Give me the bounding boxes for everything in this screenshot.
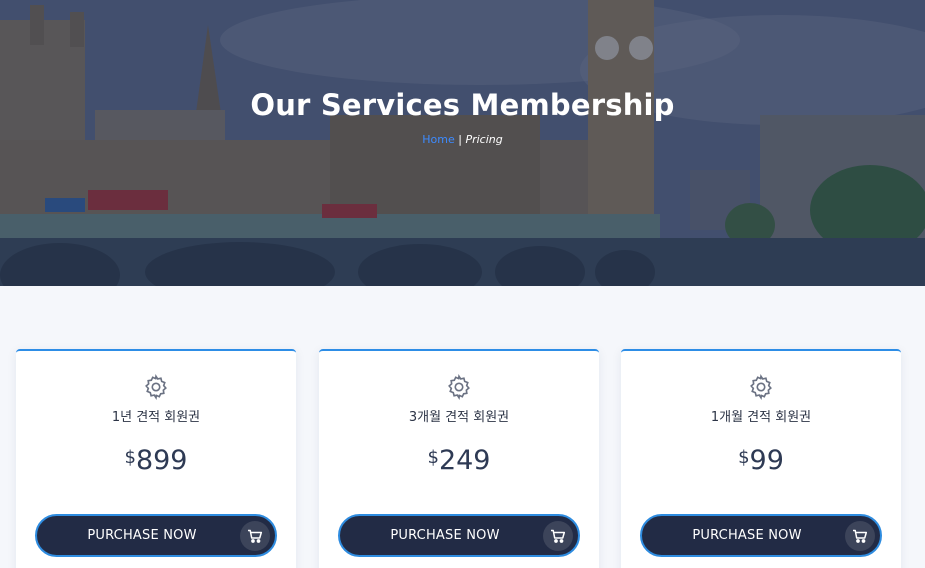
plan-price: $899 [16,445,296,476]
purchase-now-button[interactable]: PURCHASE NOW [640,514,882,557]
plan-name: 1년 견적 회원권 [111,410,201,425]
gear-icon [750,374,772,400]
gear-icon [448,374,470,400]
cart-icon [543,521,573,551]
plan-name: 1개월 견적 회원권 [710,410,812,425]
price-amount: 99 [749,445,784,476]
pricing-card: 1년 견적 회원권 $899 PURCHASE NOW [16,349,296,568]
breadcrumb: Home | Pricing [0,133,925,146]
cart-icon [240,521,270,551]
price-currency: $ [427,447,439,468]
pricing-cards: 1년 견적 회원권 $899 PURCHASE NOW 3개월 견적 회원권 $… [16,349,902,568]
cart-icon [845,521,875,551]
plan-price: $249 [319,445,599,476]
purchase-button-label: PURCHASE NOW [692,528,802,543]
purchase-button-label: PURCHASE NOW [87,528,197,543]
breadcrumb-current: Pricing [465,133,503,146]
price-amount: 899 [135,445,188,476]
pricing-card: 3개월 견적 회원권 $249 PURCHASE NOW [319,349,599,568]
purchase-now-button[interactable]: PURCHASE NOW [338,514,580,557]
pricing-card: 1개월 견적 회원권 $99 PURCHASE NOW [621,349,901,568]
purchase-now-button[interactable]: PURCHASE NOW [35,514,277,557]
price-currency: $ [124,447,136,468]
breadcrumb-home-link[interactable]: Home [422,133,454,146]
hero-banner: Our Services Membership Home | Pricing [0,0,925,286]
price-amount: 249 [438,445,491,476]
breadcrumb-separator: | [458,133,462,146]
page-title: Our Services Membership [250,88,675,122]
plan-name: 3개월 견적 회원권 [408,410,510,425]
purchase-button-label: PURCHASE NOW [390,528,500,543]
plan-price: $99 [621,445,901,476]
price-currency: $ [738,447,750,468]
gear-icon [145,374,167,400]
